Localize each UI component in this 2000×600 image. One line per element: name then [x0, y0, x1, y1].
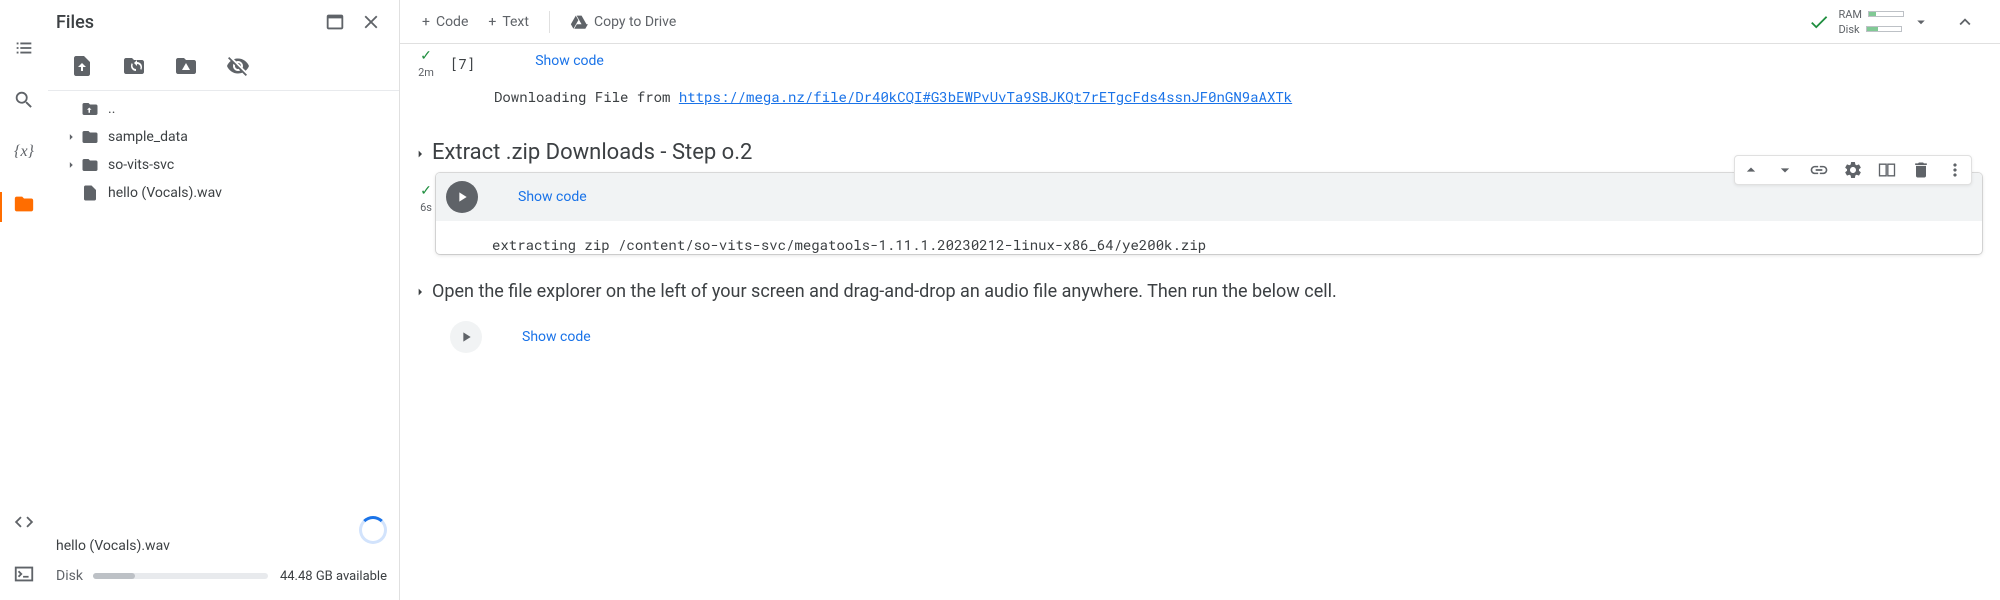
toc-icon[interactable]: [12, 36, 36, 60]
download-link[interactable]: https://mega.nz/file/Dr40kCQI#G3bEWPvUvT…: [679, 87, 1292, 106]
tree-item-label: hello (Vocals).wav: [108, 185, 399, 201]
add-text-button[interactable]: +Text: [478, 10, 539, 34]
search-icon[interactable]: [12, 88, 36, 112]
more-icon[interactable]: [1945, 160, 1965, 180]
run-button[interactable]: [446, 181, 478, 213]
collapse-arrow-icon[interactable]: [408, 284, 432, 300]
variables-icon[interactable]: {x}: [12, 140, 36, 164]
exec-count: [7]: [450, 54, 475, 73]
upload-icon[interactable]: [70, 54, 94, 78]
collapse-arrow-icon[interactable]: [408, 146, 432, 162]
close-icon[interactable]: [359, 10, 383, 34]
add-code-label: Code: [436, 14, 468, 30]
footer-filename: hello (Vocals).wav: [56, 538, 387, 554]
exec-time: 2m: [418, 66, 434, 79]
markdown-cell-instruction[interactable]: Open the file explorer on the left of yo…: [408, 278, 1992, 305]
terminal-icon[interactable]: [12, 562, 36, 586]
resource-indicator[interactable]: RAM Disk: [1808, 8, 1942, 36]
copy-to-drive-label: Copy to Drive: [594, 14, 676, 30]
code-snippets-icon[interactable]: [12, 510, 36, 534]
loading-spinner: [359, 516, 387, 544]
gear-icon[interactable]: [1843, 160, 1863, 180]
disk-label-top: Disk: [1838, 23, 1859, 36]
output-prefix: Downloading File from: [494, 87, 679, 106]
exec-time: 6s: [420, 201, 432, 214]
add-code-button[interactable]: +Code: [412, 10, 478, 34]
tree-item-label: so-vits-svc: [108, 157, 399, 173]
hide-icon[interactable]: [226, 54, 250, 78]
disk-label: Disk: [56, 568, 83, 584]
cell-0: ✓ 2m [7] Show code Downloading File from…: [408, 48, 1992, 116]
notebook-main: +Code +Text Copy to Drive RAM Disk: [400, 0, 2000, 600]
mount-drive-icon[interactable]: [174, 54, 198, 78]
refresh-icon[interactable]: [122, 54, 146, 78]
cell-toolbar: [1734, 155, 1972, 185]
tree-up[interactable]: ..: [62, 95, 399, 123]
show-code-link[interactable]: Show code: [535, 53, 604, 69]
tree-folder-so-vits-svc[interactable]: so-vits-svc: [62, 151, 399, 179]
disk-bar: [93, 573, 268, 579]
disk-available: 44.48 GB available: [280, 569, 387, 584]
cell-output: extracting zip /content/so-vits-svc/mega…: [492, 235, 1982, 254]
status-check-icon: ✓: [420, 48, 432, 64]
files-title: Files: [56, 12, 311, 33]
move-down-icon[interactable]: [1775, 160, 1795, 180]
notebook-toolbar: +Code +Text Copy to Drive RAM Disk: [400, 0, 2000, 44]
markdown-text: Open the file explorer on the left of yo…: [432, 278, 1992, 305]
separator: [549, 11, 550, 33]
files-panel: Files ..: [48, 0, 400, 600]
show-code-link[interactable]: Show code: [518, 189, 587, 205]
cell-extract-zip[interactable]: ✓ 6s Show code extracting zip /content/s…: [436, 173, 1982, 254]
delete-icon[interactable]: [1911, 160, 1931, 180]
link-icon[interactable]: [1809, 160, 1829, 180]
tree-file-hello-wav[interactable]: hello (Vocals).wav: [62, 179, 399, 207]
cell-output: Downloading File from https://mega.nz/fi…: [494, 87, 1992, 106]
add-text-label: Text: [502, 14, 529, 30]
markdown-heading: Extract .zip Downloads - Step o.2: [432, 140, 752, 165]
collapse-icon[interactable]: [1954, 11, 1976, 33]
status-check-icon: ✓: [420, 183, 432, 199]
cell-last[interactable]: Show code: [408, 313, 1992, 361]
move-up-icon[interactable]: [1741, 160, 1761, 180]
show-code-link[interactable]: Show code: [522, 329, 591, 345]
new-window-icon[interactable]: [323, 10, 347, 34]
tree-item-label: sample_data: [108, 129, 399, 145]
tree-folder-sample-data[interactable]: sample_data: [62, 123, 399, 151]
left-rail: {x}: [0, 0, 48, 600]
files-icon[interactable]: [12, 192, 36, 216]
sidebar-footer: hello (Vocals).wav Disk 44.48 GB availab…: [48, 526, 399, 600]
file-tree: .. sample_data so-vits-svc hello (Vocals…: [48, 91, 399, 526]
tree-up-label: ..: [108, 101, 399, 117]
mirror-icon[interactable]: [1877, 160, 1897, 180]
copy-to-drive-button[interactable]: Copy to Drive: [560, 9, 686, 35]
ram-label: RAM: [1838, 8, 1862, 21]
run-button[interactable]: [450, 321, 482, 353]
